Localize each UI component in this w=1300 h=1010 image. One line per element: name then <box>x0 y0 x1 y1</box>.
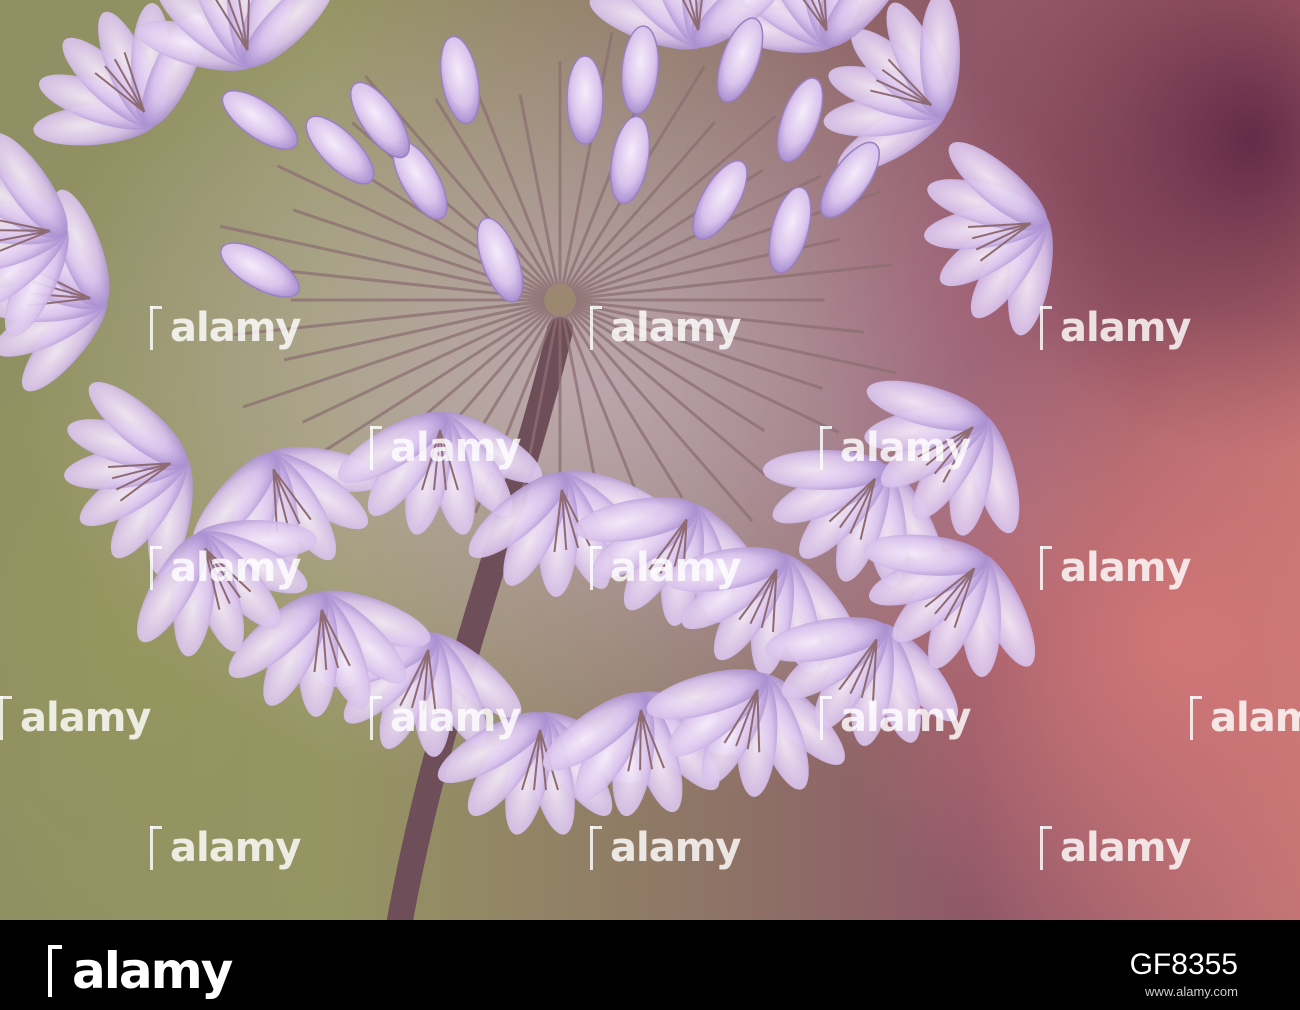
flower-photo: alamy alamy alamy alamy alamy alamy alam… <box>0 0 1300 920</box>
watermark: alamy <box>820 695 971 741</box>
watermark: alamy <box>370 695 521 741</box>
watermark: alamy <box>0 695 151 741</box>
image-id: GF8355 <box>1129 948 1238 981</box>
watermark: alamy <box>820 425 971 471</box>
agapanthus-illustration <box>0 0 1140 920</box>
watermark: alamy <box>1040 545 1191 591</box>
watermark: alamy <box>590 825 741 871</box>
watermark: alamy <box>590 545 741 591</box>
footer-url: www.alamy.com <box>1145 984 1238 999</box>
stock-footer-bar: alamy GF8355 www.alamy.com <box>0 920 1300 1010</box>
watermark: alamy <box>590 305 741 351</box>
footer-brand-text: alamy <box>72 942 233 1000</box>
watermark-logo-icon <box>590 546 604 590</box>
watermark-logo-icon <box>150 306 164 350</box>
watermark: alamy <box>1040 825 1191 871</box>
watermark-logo-icon <box>0 696 14 740</box>
watermark: alamy <box>370 425 521 471</box>
watermark-logo-icon <box>1040 826 1054 870</box>
watermark-logo-icon <box>1040 546 1054 590</box>
flower-bud <box>566 55 604 145</box>
watermark-logo-icon <box>1040 306 1054 350</box>
watermark-logo-icon <box>590 306 604 350</box>
watermark: alamy <box>150 545 301 591</box>
watermark-logo-icon <box>370 426 384 470</box>
watermark-logo-icon <box>820 426 834 470</box>
watermark-logo-icon <box>820 696 834 740</box>
watermark-logo-icon <box>370 696 384 740</box>
watermark: alamy <box>150 825 301 871</box>
watermark-logo-icon <box>150 546 164 590</box>
footer-brand: alamy <box>48 942 233 1000</box>
watermark-logo-icon <box>590 826 604 870</box>
watermark-logo-icon <box>1190 696 1204 740</box>
flower-centre <box>544 284 576 316</box>
watermark: alamy <box>150 305 301 351</box>
watermark-logo-icon <box>150 826 164 870</box>
watermark: alamy <box>1190 695 1300 741</box>
watermark: alamy <box>1040 305 1191 351</box>
alamy-logo-icon <box>48 945 64 997</box>
